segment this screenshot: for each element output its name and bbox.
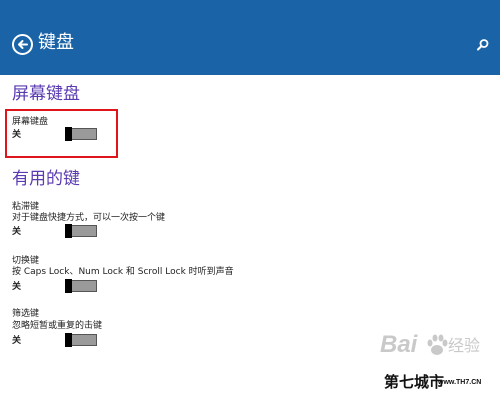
state-text-screen-keyboard: 关	[12, 130, 22, 140]
setting-desc-toggle-keys: 按 Caps Lock、Num Lock 和 Scroll Lock 时听到声音	[12, 267, 234, 277]
search-icon	[477, 39, 489, 51]
watermark-site-name: 第七城市	[384, 373, 445, 391]
toggle-filter-keys[interactable]	[65, 333, 97, 347]
toggle-knob	[65, 224, 72, 238]
setting-label-filter-keys: 筛选键	[12, 309, 40, 319]
app-header: 键盘	[0, 0, 500, 75]
state-text-sticky-keys: 关	[12, 227, 22, 237]
setting-label-screen-keyboard: 屏幕键盘	[12, 117, 49, 127]
toggle-knob	[65, 127, 72, 141]
section-title-screen-keyboard: 屏幕键盘	[12, 84, 80, 104]
toggle-knob	[65, 333, 72, 347]
back-arrow-circle-icon	[18, 40, 28, 49]
watermark: Bai 经验 第七城市 www.TH7.CN	[300, 330, 500, 394]
toggle-toggle-keys[interactable]	[65, 279, 97, 293]
paw-icon	[427, 334, 448, 355]
search-button[interactable]	[476, 37, 490, 51]
watermark-brand: Bai	[380, 331, 418, 358]
setting-desc-sticky-keys: 对于键盘快捷方式，可以一次按一个键	[12, 213, 166, 223]
back-button[interactable]	[12, 34, 33, 55]
toggle-knob	[65, 279, 72, 293]
toggle-screen-keyboard[interactable]	[65, 127, 97, 141]
state-text-toggle-keys: 关	[12, 282, 22, 292]
section-title-useful-keys: 有用的键	[12, 169, 80, 189]
watermark-product: 经验	[448, 336, 481, 355]
state-text-filter-keys: 关	[12, 336, 22, 346]
watermark-site-url: www.TH7.CN	[438, 379, 482, 386]
page-title: 键盘	[38, 32, 74, 53]
toggle-sticky-keys[interactable]	[65, 224, 97, 238]
setting-desc-filter-keys: 忽略短暂或重复的击键	[12, 321, 103, 331]
